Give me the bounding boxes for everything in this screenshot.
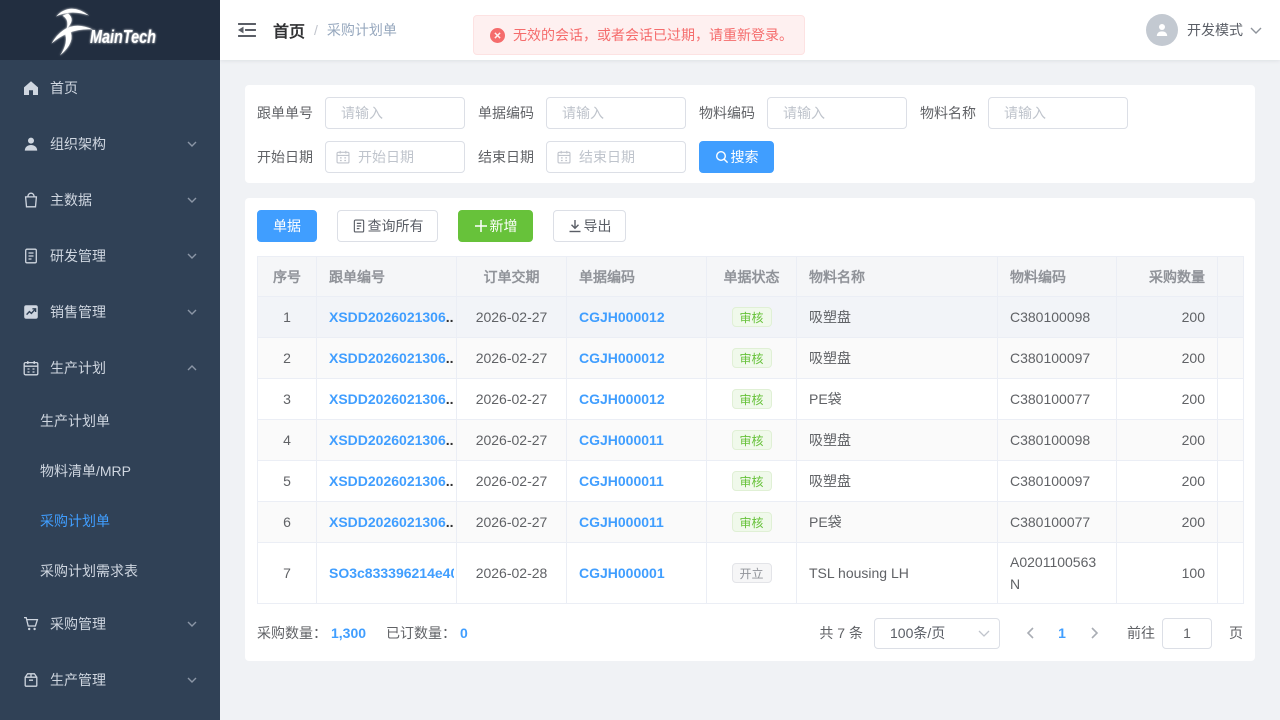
svg-text:MainTech: MainTech (90, 27, 156, 47)
